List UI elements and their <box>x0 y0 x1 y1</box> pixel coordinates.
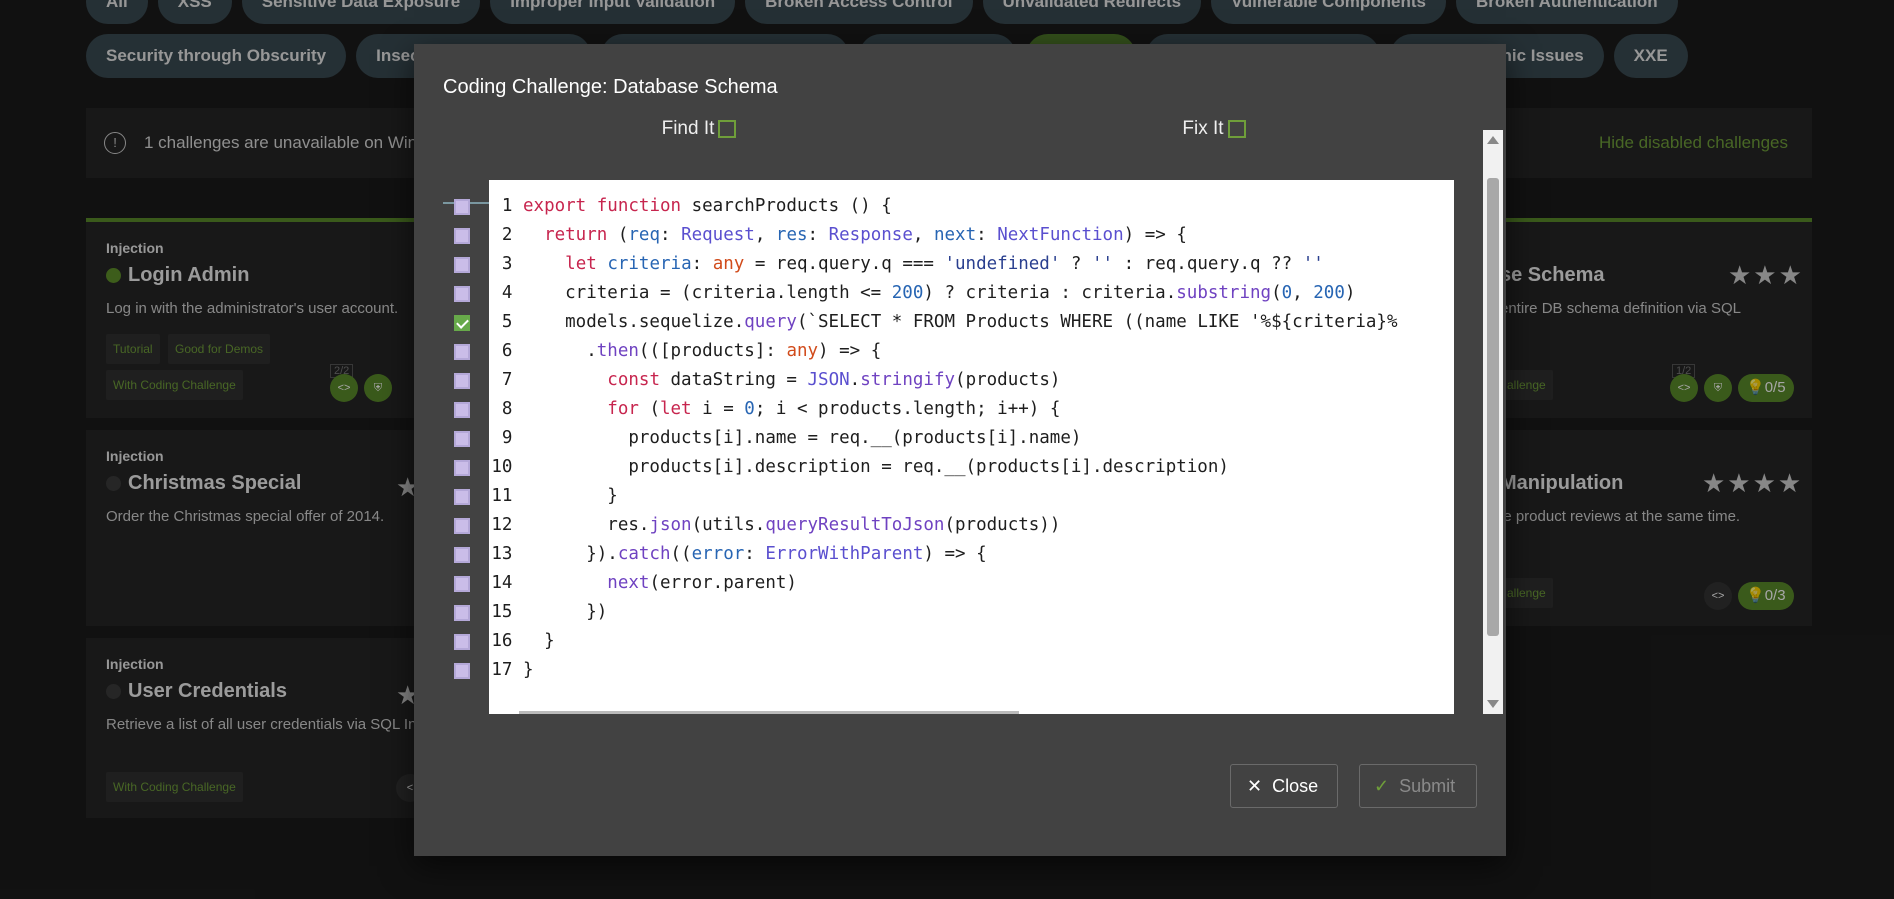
tab-fix-label: Fix It <box>1182 120 1224 139</box>
code-text: } <box>523 631 555 651</box>
line-number: 4 <box>501 283 523 303</box>
line-select-checkbox[interactable] <box>454 663 470 679</box>
scrollbar-thumb[interactable] <box>1487 178 1499 636</box>
scroll-down-arrow-icon[interactable] <box>1487 700 1499 708</box>
plus-box-icon <box>718 120 737 138</box>
line-number: 15 <box>491 602 523 622</box>
code-line: 2 return (req: Request, res: Response, n… <box>489 221 1187 250</box>
code-text: const dataString = JSON.stringify(produc… <box>607 370 1061 390</box>
tab-find-label: Find It <box>661 120 715 139</box>
line-select-checkbox[interactable] <box>454 489 470 505</box>
line-number: 2 <box>501 225 523 245</box>
code-line: 9 products[i].name = req.__(products[i].… <box>489 424 1081 453</box>
code-line: 15 }) <box>489 598 607 627</box>
line-number: 13 <box>491 544 523 564</box>
line-number: 8 <box>501 399 523 419</box>
code-text: models.sequelize.query(`SELECT * FROM Pr… <box>523 312 1398 332</box>
close-icon: ✕ <box>1247 775 1263 796</box>
code-line: 16 } <box>489 627 555 656</box>
line-select-checkbox[interactable] <box>454 199 470 215</box>
line-number: 3 <box>501 254 523 274</box>
code-line: 4 criteria = (criteria.length <= 200) ? … <box>489 279 1355 308</box>
code-line: 5 models.sequelize.query(`SELECT * FROM … <box>489 308 1398 337</box>
vertical-scrollbar[interactable] <box>1483 130 1503 714</box>
submit-button[interactable]: ✓ Submit <box>1359 764 1477 808</box>
line-select-checkbox[interactable] <box>454 228 470 244</box>
code-text: } <box>523 660 534 680</box>
code-text: } <box>523 486 618 506</box>
line-select-checkbox[interactable] <box>454 257 470 273</box>
code-text: }) <box>523 602 608 622</box>
dialog-title: Coding Challenge: Database Schema <box>443 76 778 98</box>
plus-box-icon <box>1227 120 1246 138</box>
line-number: 10 <box>491 457 523 477</box>
code-line: 8 for (let i = 0; i < products.length; i… <box>489 395 1060 424</box>
line-select-checkbox[interactable] <box>454 402 470 418</box>
line-select-checkbox[interactable] <box>454 576 470 592</box>
check-icon: ✓ <box>1374 775 1390 796</box>
line-number: 11 <box>491 486 523 506</box>
code-text: products[i].name = req.__(products[i].na… <box>523 428 1082 448</box>
line-number: 16 <box>491 631 523 651</box>
code-snippet-viewer[interactable]: 1 export function searchProducts () {2 r… <box>489 180 1454 714</box>
line-select-checkbox[interactable] <box>454 286 470 302</box>
line-number: 17 <box>491 660 523 680</box>
line-number: 6 <box>501 341 523 361</box>
line-select-checkbox[interactable] <box>454 460 470 476</box>
line-select-checkbox[interactable] <box>454 344 470 360</box>
code-text: }).catch((error: ErrorWithParent) => { <box>523 544 987 564</box>
code-line: 6 .then(([products]: any) => { <box>489 337 881 366</box>
code-text: .then(([products]: any) => { <box>523 341 882 361</box>
line-number: 1 <box>501 196 523 216</box>
coding-challenge-dialog: Coding Challenge: Database Schema Find I… <box>414 44 1506 856</box>
line-select-checkbox[interactable] <box>454 373 470 389</box>
code-line: 12 res.json(utils.queryResultToJson(prod… <box>489 511 1060 540</box>
code-line: 1 export function searchProducts () { <box>489 192 892 221</box>
line-select-checkbox[interactable] <box>454 634 470 650</box>
code-line: 14 next(error.parent) <box>489 569 797 598</box>
code-text: criteria = (criteria.length <= 200) ? cr… <box>523 283 1356 303</box>
code-line: 3 let criteria: any = req.query.q === 'u… <box>489 250 1324 279</box>
code-text: res.json(utils.queryResultToJson(product… <box>523 515 1061 535</box>
code-text: let criteria: any = req.query.q === 'und… <box>565 254 1324 274</box>
close-button-label: Close <box>1272 775 1319 796</box>
line-number: 12 <box>491 515 523 535</box>
code-text: next(error.parent) <box>607 573 797 593</box>
code-line: 11 } <box>489 482 618 511</box>
submit-button-label: Submit <box>1399 775 1456 796</box>
line-select-checkbox[interactable] <box>454 605 470 621</box>
code-line: 13 }).catch((error: ErrorWithParent) => … <box>489 540 987 569</box>
code-text: products[i].description = req.__(product… <box>523 457 1229 477</box>
code-line: 17 } <box>489 656 534 685</box>
code-text: return (req: Request, res: Response, nex… <box>544 225 1187 245</box>
line-number: 5 <box>501 312 523 332</box>
line-number: 9 <box>501 428 523 448</box>
scroll-up-arrow-icon[interactable] <box>1487 136 1499 144</box>
code-text: for (let i = 0; i < products.length; i++… <box>607 399 1061 419</box>
line-number: 7 <box>501 370 523 390</box>
line-select-checkbox[interactable] <box>454 518 470 534</box>
code-text: export function searchProducts () { <box>523 196 892 216</box>
line-number: 14 <box>491 573 523 593</box>
code-line: 10 products[i].description = req.__(prod… <box>489 453 1229 482</box>
line-select-checkbox[interactable] <box>454 547 470 563</box>
code-line: 7 const dataString = JSON.stringify(prod… <box>489 366 1060 395</box>
close-button[interactable]: ✕ Close <box>1230 764 1338 808</box>
line-select-checkbox[interactable] <box>454 431 470 447</box>
horizontal-scrollbar[interactable] <box>519 711 1019 714</box>
line-select-checkbox[interactable] <box>454 315 470 331</box>
